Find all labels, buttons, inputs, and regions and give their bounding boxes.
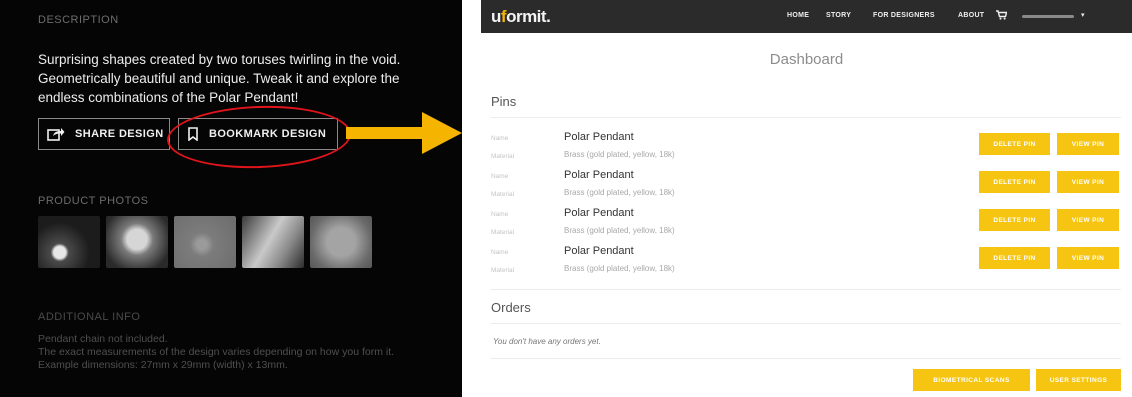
nav-story[interactable]: STORY [826,12,851,19]
pin-row: Name Material Polar Pendant Brass (gold … [491,207,1121,245]
description-line: endless combinations of the Polar Pendan… [38,90,299,105]
description-line: Surprising shapes created by two toruses… [38,52,401,67]
description-heading: DESCRIPTION [38,14,119,26]
pin-row: Name Material Polar Pendant Brass (gold … [491,245,1121,283]
share-icon [47,128,65,141]
arrow-right-icon [346,112,462,154]
logo-prefix: u [491,7,501,26]
pin-name: Polar Pendant [564,245,634,257]
brand-logo[interactable]: uformit. [491,7,551,27]
additional-info-text: Pendant chain not included. The exact me… [38,333,394,372]
pin-row: Name Material Polar Pendant Brass (gold … [491,131,1121,169]
cart-icon[interactable] [996,10,1007,20]
pin-name: Polar Pendant [564,169,634,181]
top-navbar: uformit. HOME STORY FOR DESIGNERS ABOUT … [481,0,1132,33]
pin-row: Name Material Polar Pendant Brass (gold … [491,169,1121,207]
pin-material: Brass (gold plated, yellow, 18k) [564,264,675,273]
share-design-label: SHARE DESIGN [75,128,164,140]
info-line: Pendant chain not included. [38,333,168,345]
view-pin-button[interactable]: VIEW PIN [1057,133,1119,155]
name-field-label: Name [491,135,509,142]
product-photo-thumbnail[interactable] [38,216,100,268]
pins-heading: Pins [491,94,517,109]
info-line: The exact measurements of the design var… [38,346,395,358]
name-field-label: Name [491,249,509,256]
info-line: Example dimensions: 27mm x 29mm (width) … [38,359,288,371]
product-description: Surprising shapes created by two toruses… [38,50,448,107]
product-photo-strip [38,216,372,268]
additional-info-heading: ADDITIONAL INFO [38,311,141,323]
biometrical-scans-button[interactable]: BIOMETRICAL SCANS [913,369,1030,391]
delete-pin-button[interactable]: DELETE PIN [979,247,1050,269]
description-line: Geometrically beautiful and unique. Twea… [38,71,400,86]
product-page-panel: DESCRIPTION Surprising shapes created by… [0,0,462,397]
user-menu[interactable] [1022,15,1074,18]
material-field-label: Material [491,267,515,274]
highlight-circle [165,102,353,172]
chevron-down-icon[interactable]: ▾ [1081,11,1085,19]
pin-name: Polar Pendant [564,207,634,219]
product-photo-thumbnail[interactable] [174,216,236,268]
screenshot-composite: DESCRIPTION Surprising shapes created by… [0,0,1132,397]
delete-pin-button[interactable]: DELETE PIN [979,133,1050,155]
divider [491,117,1121,118]
name-field-label: Name [491,173,509,180]
share-design-button[interactable]: SHARE DESIGN [38,118,170,150]
nav-for-designers[interactable]: FOR DESIGNERS [873,12,935,19]
nav-about[interactable]: ABOUT [958,12,984,19]
nav-home[interactable]: HOME [787,12,809,19]
divider [491,323,1121,324]
material-field-label: Material [491,153,515,160]
logo-rest: ormit. [506,7,551,26]
divider [491,358,1121,359]
pin-material: Brass (gold plated, yellow, 18k) [564,150,675,159]
name-field-label: Name [491,211,509,218]
product-photos-heading: PRODUCT PHOTOS [38,195,149,207]
pin-material: Brass (gold plated, yellow, 18k) [564,226,675,235]
divider [491,289,1121,290]
dashboard-app: uformit. HOME STORY FOR DESIGNERS ABOUT … [481,0,1132,397]
material-field-label: Material [491,191,515,198]
delete-pin-button[interactable]: DELETE PIN [979,209,1050,231]
view-pin-button[interactable]: VIEW PIN [1057,171,1119,193]
pin-material: Brass (gold plated, yellow, 18k) [564,188,675,197]
product-photo-thumbnail[interactable] [310,216,372,268]
empty-orders-message: You don't have any orders yet. [493,337,601,346]
view-pin-button[interactable]: VIEW PIN [1057,247,1119,269]
product-photo-thumbnail[interactable] [242,216,304,268]
pin-name: Polar Pendant [564,131,634,143]
page-title: Dashboard [769,51,844,68]
delete-pin-button[interactable]: DELETE PIN [979,171,1050,193]
material-field-label: Material [491,229,515,236]
user-settings-button[interactable]: USER SETTINGS [1036,369,1121,391]
orders-heading: Orders [491,300,531,315]
view-pin-button[interactable]: VIEW PIN [1057,209,1119,231]
product-photo-thumbnail[interactable] [106,216,168,268]
